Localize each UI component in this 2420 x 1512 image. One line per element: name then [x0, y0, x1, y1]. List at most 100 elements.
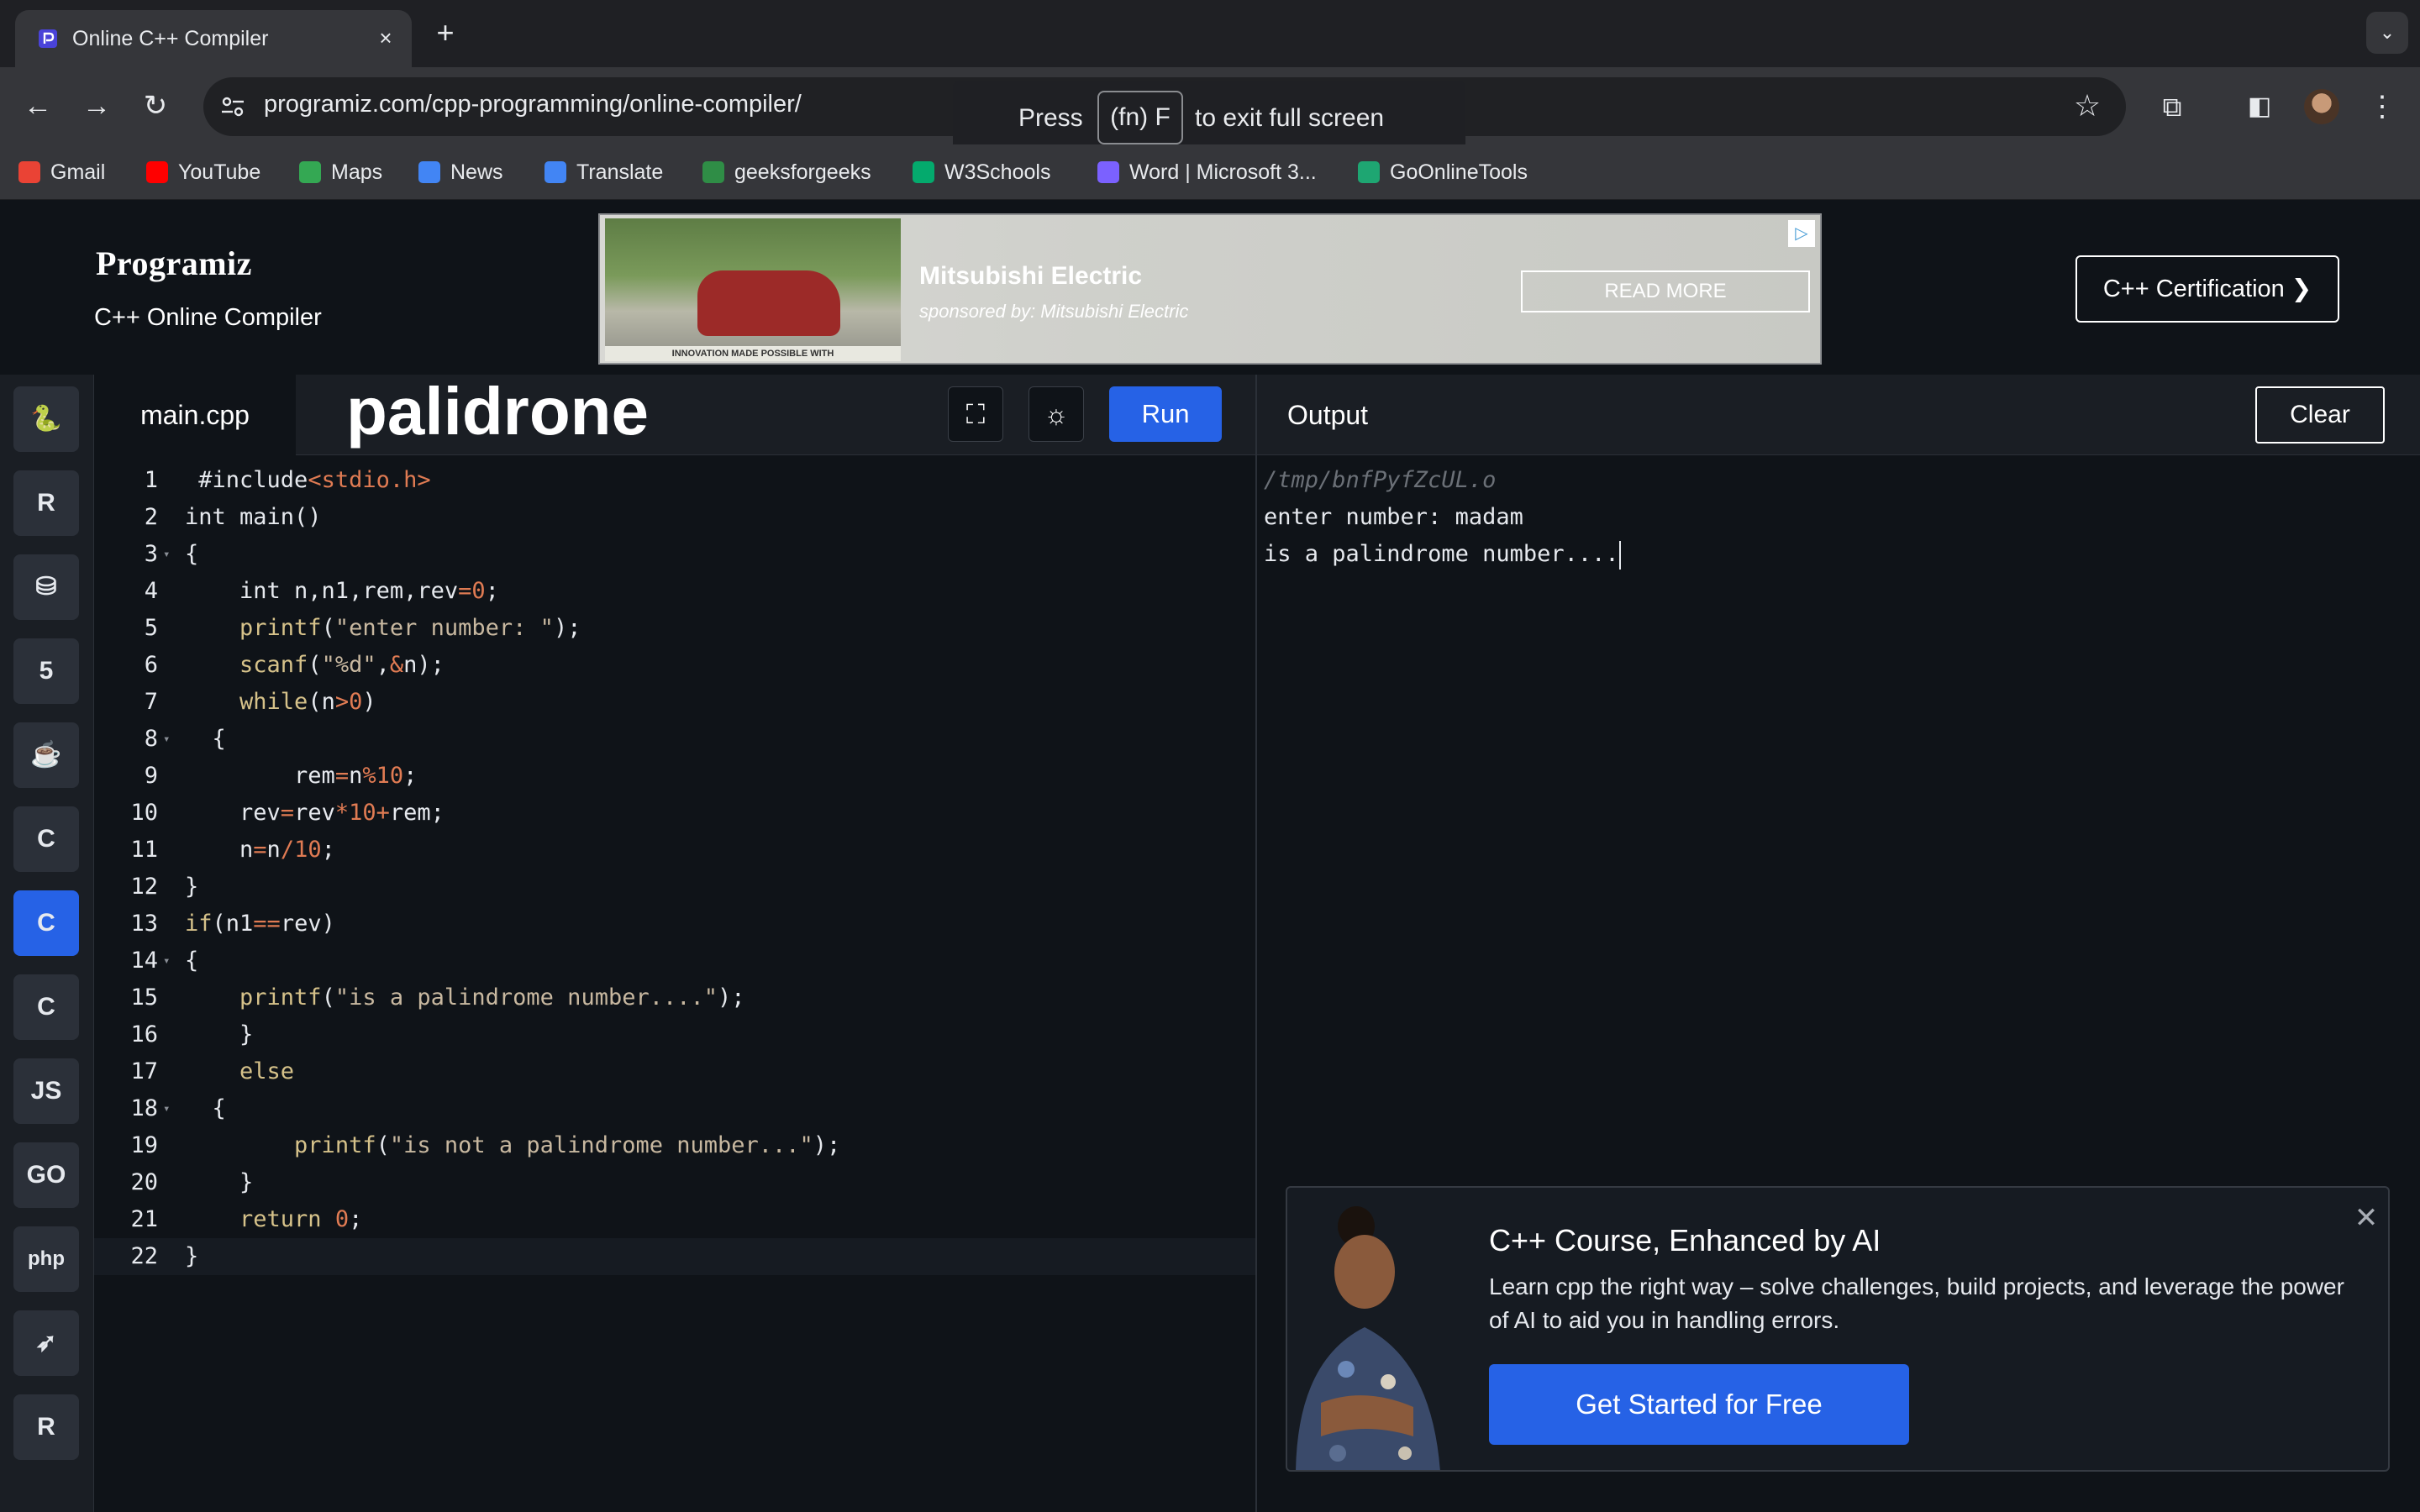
extensions-puzzle-icon[interactable]: ⧉	[2153, 87, 2191, 126]
bookmark-item[interactable]: geeksforgeeks	[702, 158, 871, 186]
swift-icon[interactable]: ➶	[13, 1310, 79, 1376]
bookmark-item[interactable]: News	[418, 158, 503, 186]
code-line[interactable]: 7 while(n>0)	[94, 684, 1257, 721]
side-panel-icon[interactable]: ◧	[2240, 87, 2279, 126]
bookmark-label: geeksforgeeks	[734, 160, 871, 184]
code-line[interactable]: 8 ▾ {	[94, 721, 1257, 758]
code-line[interactable]: 20 }	[94, 1164, 1257, 1201]
browser-tab-strip: Online C++ Compiler × + ⌄	[0, 0, 2420, 67]
sql-database-icon[interactable]: ⛁	[13, 554, 79, 620]
bookmark-item[interactable]: Gmail	[18, 158, 105, 186]
code-line[interactable]: 19 printf("is not a palindrome number...…	[94, 1127, 1257, 1164]
line-number: 16	[130, 1021, 158, 1047]
fullscreen-expand-icon[interactable]: ⛶	[948, 386, 1003, 442]
site-info-icon[interactable]	[218, 92, 247, 121]
ad-photo-caption: INNOVATION MADE POSSIBLE WITH	[605, 346, 901, 361]
code-line[interactable]: 10 rev=rev*10+rem;	[94, 795, 1257, 832]
html5-icon[interactable]: 5	[13, 638, 79, 704]
ad-read-more-button[interactable]: READ MORE	[1521, 270, 1810, 312]
javascript-icon[interactable]: JS	[13, 1058, 79, 1124]
code-line[interactable]: 22}	[94, 1238, 1257, 1275]
reload-icon[interactable]: ↻	[134, 86, 176, 128]
bookmark-label: GoOnlineTools	[1390, 160, 1528, 184]
cpp-certification-button[interactable]: C++ Certification ❯	[2075, 255, 2339, 323]
youtube-icon	[146, 161, 168, 183]
page-subtitle: C++ Online Compiler	[94, 304, 322, 331]
output-line: enter number: madam	[1264, 499, 1523, 536]
bookmark-label: News	[450, 160, 503, 184]
code-line[interactable]: 13 if(n1==rev)	[94, 906, 1257, 942]
code-line[interactable]: 21 return 0;	[94, 1201, 1257, 1238]
bookmark-star-icon[interactable]: ☆	[2069, 87, 2106, 124]
line-number: 7	[144, 689, 158, 715]
code-line[interactable]: 2 int main()	[94, 499, 1257, 536]
back-arrow-icon[interactable]: ←	[17, 86, 59, 128]
promo-close-icon[interactable]: ✕	[2351, 1203, 2381, 1233]
code-line[interactable]: 1 #include<stdio.h>	[94, 462, 1257, 499]
code-line[interactable]: 15 printf("is a palindrome number....");	[94, 979, 1257, 1016]
fold-toggle-icon[interactable]: ▾	[163, 721, 170, 758]
line-number: 11	[130, 837, 158, 863]
code-text: return 0;	[239, 1206, 363, 1232]
code-line[interactable]: 11 n=n/10;	[94, 832, 1257, 869]
tab-close-icon[interactable]: ×	[371, 24, 400, 52]
site-header: Programiz C++ Online Compiler INNOVATION…	[0, 200, 2420, 375]
code-line[interactable]: 16 }	[94, 1016, 1257, 1053]
text-cursor	[1618, 540, 1621, 570]
new-tab-icon[interactable]: +	[429, 17, 462, 50]
bookmark-item[interactable]: W3Schools	[913, 158, 1050, 186]
news-icon	[418, 161, 440, 183]
fold-toggle-icon[interactable]: ▾	[163, 536, 170, 573]
url-text[interactable]: programiz.com/cpp-programming/online-com…	[264, 91, 802, 118]
tab-search-chevron-icon[interactable]: ⌄	[2366, 12, 2408, 54]
line-number: 14	[130, 948, 158, 974]
code-line[interactable]: 6 scanf("%d",&n);	[94, 647, 1257, 684]
code-line[interactable]: 12}	[94, 869, 1257, 906]
code-text: scanf("%d",&n);	[239, 652, 445, 678]
bookmark-item[interactable]: YouTube	[146, 158, 260, 186]
run-button[interactable]: Run	[1109, 386, 1222, 442]
promo-title: C++ Course, Enhanced by AI	[1489, 1223, 1881, 1257]
code-line[interactable]: 14 ▾ {	[94, 942, 1257, 979]
programiz-logo[interactable]: Programiz	[96, 244, 252, 283]
theme-toggle-sun-icon[interactable]: ☼	[1028, 386, 1084, 442]
ad-banner[interactable]: INNOVATION MADE POSSIBLE WITH Mitsubishi…	[598, 213, 1822, 365]
rust-icon[interactable]: R	[13, 1394, 79, 1460]
fold-toggle-icon[interactable]: ▾	[163, 1090, 170, 1127]
java-icon[interactable]: ☕	[13, 722, 79, 788]
browser-tab[interactable]: Online C++ Compiler ×	[15, 10, 412, 67]
csharp-lang-icon[interactable]: C	[13, 974, 79, 1040]
clear-button[interactable]: Clear	[2255, 386, 2385, 444]
line-number: 20	[130, 1169, 158, 1195]
get-started-button[interactable]: Get Started for Free	[1489, 1364, 1909, 1445]
cpp-lang-icon[interactable]: C	[13, 890, 79, 956]
bookmark-item[interactable]: Word | Microsoft 3...	[1097, 158, 1317, 186]
code-line[interactable]: 17 else	[94, 1053, 1257, 1090]
code-text: #include<stdio.h>	[198, 467, 431, 493]
php-icon[interactable]: php	[13, 1226, 79, 1292]
ad-brand: Mitsubishi Electric	[919, 262, 1143, 290]
forward-arrow-icon[interactable]: →	[76, 86, 118, 128]
code-text: {	[185, 541, 199, 567]
r-lang-icon[interactable]: R	[13, 470, 79, 536]
line-number: 13	[130, 911, 158, 937]
code-line[interactable]: 18 ▾ {	[94, 1090, 1257, 1127]
file-tab-main-cpp[interactable]: main.cpp	[94, 375, 296, 455]
fold-toggle-icon[interactable]: ▾	[163, 942, 170, 979]
bookmark-item[interactable]: Translate	[544, 158, 663, 186]
code-editor[interactable]: 1 #include<stdio.h> 2 int main() 3 ▾{4 int n…	[94, 455, 1257, 1512]
python-icon[interactable]: 🐍	[13, 386, 79, 452]
ad-choices-icon[interactable]: ▷	[1788, 220, 1815, 247]
code-line[interactable]: 9 rem=n%10;	[94, 758, 1257, 795]
go-lang-icon[interactable]: GO	[13, 1142, 79, 1208]
code-line[interactable]: 5 printf("enter number: ");	[94, 610, 1257, 647]
goonlinetools-icon	[1358, 161, 1380, 183]
browser-menu-icon[interactable]: ⋮	[2368, 87, 2396, 126]
bookmark-item[interactable]: Maps	[299, 158, 382, 186]
code-line[interactable]: 4 int n,n1,rem,rev=0;	[94, 573, 1257, 610]
profile-avatar[interactable]	[2304, 89, 2339, 124]
code-text: printf("is a palindrome number....");	[239, 984, 745, 1011]
code-line[interactable]: 3 ▾ {	[94, 536, 1257, 573]
c-lang-icon[interactable]: C	[13, 806, 79, 872]
bookmark-item[interactable]: GoOnlineTools	[1358, 158, 1528, 186]
